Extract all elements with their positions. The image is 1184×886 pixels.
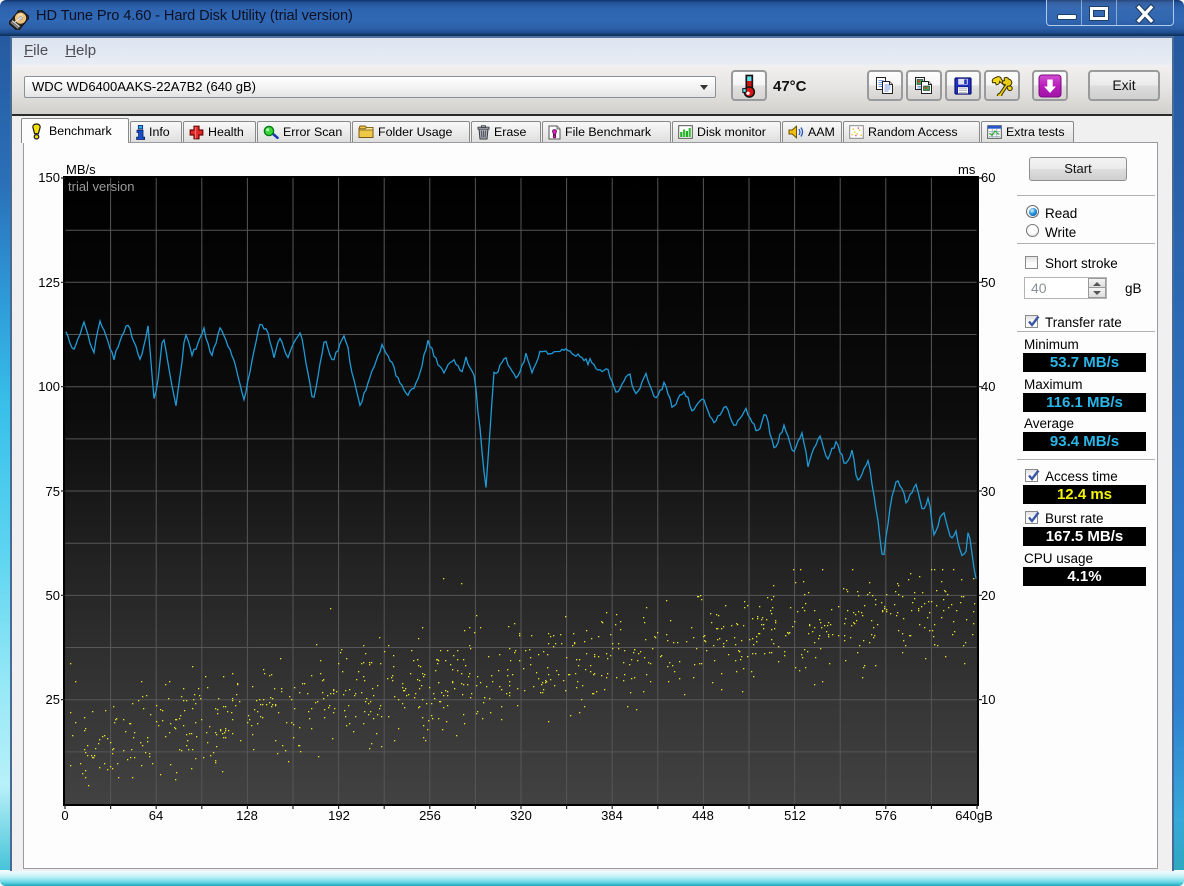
svg-text:448: 448: [692, 808, 714, 823]
svg-text:trial version: trial version: [68, 179, 134, 194]
svg-text:100: 100: [38, 379, 60, 394]
svg-text:384: 384: [601, 808, 623, 823]
svg-text:320: 320: [510, 808, 532, 823]
svg-text:150: 150: [38, 170, 60, 185]
svg-text:20: 20: [981, 588, 995, 603]
svg-text:30: 30: [981, 484, 995, 499]
svg-text:25: 25: [46, 692, 60, 707]
svg-text:0: 0: [61, 808, 68, 823]
svg-text:192: 192: [328, 808, 350, 823]
svg-text:256: 256: [419, 808, 441, 823]
svg-text:64: 64: [149, 808, 163, 823]
svg-text:640gB: 640gB: [955, 808, 993, 823]
svg-text:ms: ms: [958, 162, 976, 177]
svg-text:60: 60: [981, 170, 995, 185]
svg-text:50: 50: [46, 588, 60, 603]
svg-text:128: 128: [236, 808, 258, 823]
svg-text:512: 512: [784, 808, 806, 823]
svg-text:MB/s: MB/s: [66, 162, 96, 177]
svg-text:75: 75: [46, 484, 60, 499]
svg-text:125: 125: [38, 275, 60, 290]
svg-text:10: 10: [981, 692, 995, 707]
svg-text:40: 40: [981, 379, 995, 394]
svg-text:50: 50: [981, 275, 995, 290]
svg-text:576: 576: [875, 808, 897, 823]
